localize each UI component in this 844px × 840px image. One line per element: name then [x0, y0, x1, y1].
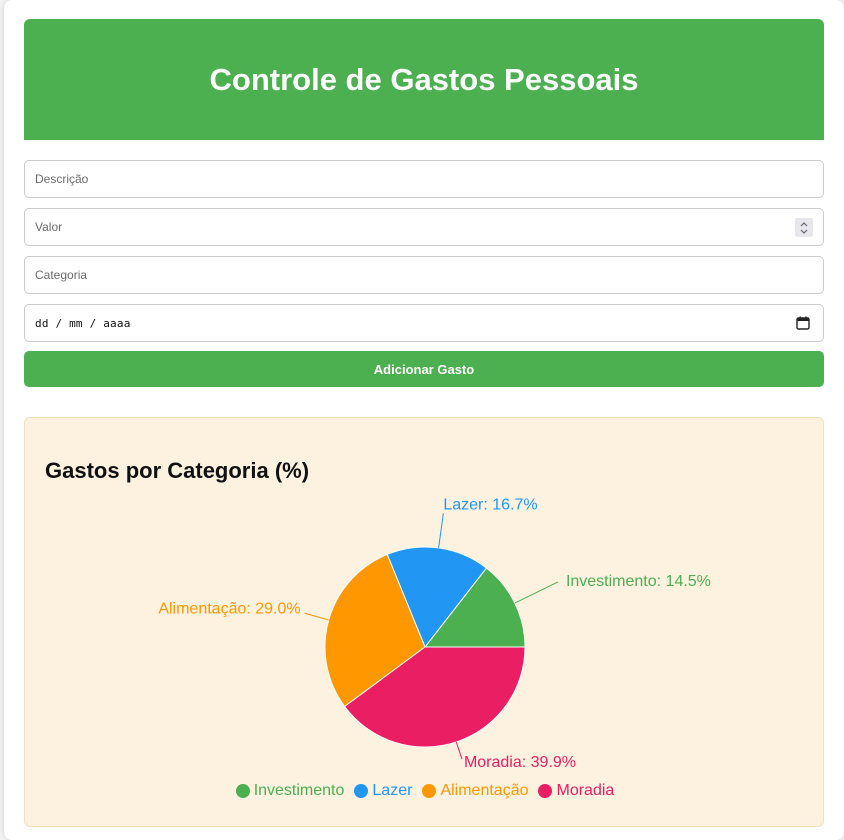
value-placeholder: Valor [35, 220, 63, 234]
legend-swatch [354, 784, 369, 798]
legend-swatch [235, 784, 250, 798]
app-container: Controle de Gastos Pessoais Descrição Va… [4, 0, 844, 840]
date-placeholder: dd / mm / aaaa [35, 316, 131, 330]
description-input[interactable]: Descrição [24, 160, 824, 198]
chart-panel: Gastos por Categoria (%) Investimento: 1… [24, 417, 824, 827]
legend-label: Moradia [556, 782, 615, 799]
pie-label-lazer: Lazer: 16.7% [443, 496, 537, 513]
pie-label-alimentação: Alimentação: 29.0% [158, 600, 300, 617]
legend-swatch [422, 784, 437, 798]
legend-item-investimento[interactable]: Investimento [235, 782, 345, 800]
pie-leader-line [514, 581, 559, 604]
pie-leader-line [304, 612, 329, 621]
value-input[interactable]: Valor [24, 208, 824, 246]
pie-chart: Investimento: 14.5% Lazer: 16.7% Alimentaç… [158, 496, 711, 771]
add-expense-button[interactable]: Adicionar Gasto [24, 351, 824, 387]
legend-swatch [538, 784, 553, 798]
category-placeholder: Categoria [35, 268, 88, 282]
legend-item-alimentação[interactable]: Alimentação [422, 782, 528, 800]
date-input[interactable]: dd / mm / aaaa [24, 304, 824, 342]
value-stepper-icon[interactable] [795, 218, 813, 237]
legend-label: Investimento [253, 782, 345, 799]
pie-leader-line [455, 741, 463, 760]
pie-label-moradia: Moradia: 39.9% [464, 754, 576, 771]
legend-item-lazer[interactable]: Lazer [354, 782, 412, 800]
page-title: Controle de Gastos Pessoais [209, 61, 639, 97]
legend-item-moradia[interactable]: Moradia [538, 782, 614, 800]
legend-label: Alimentação [440, 782, 529, 799]
pie-label-investimento: Investimento: 14.5% [566, 573, 711, 590]
chart-legend: Investimento Lazer Alimentação Moradia [25, 782, 825, 800]
description-placeholder: Descrição [35, 172, 89, 186]
calendar-icon[interactable] [796, 316, 810, 333]
pie-leader-line [438, 513, 444, 548]
app-header: Controle de Gastos Pessoais [24, 19, 824, 140]
legend-label: Lazer [372, 782, 413, 799]
category-input[interactable]: Categoria [24, 256, 824, 294]
